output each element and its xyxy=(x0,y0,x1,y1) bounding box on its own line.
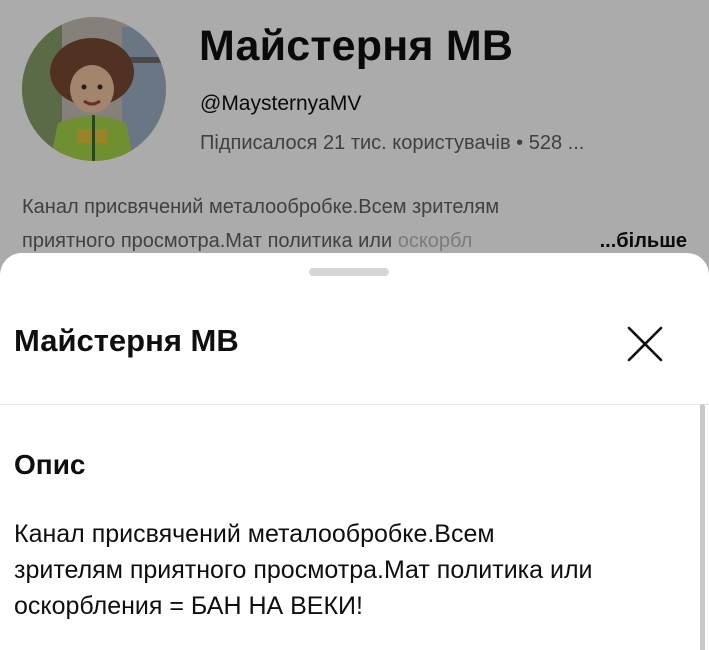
description-line-3: оскорбления = БАН НА ВЕКИ! xyxy=(14,592,363,620)
description-heading: Опис xyxy=(14,449,86,480)
drag-handle[interactable] xyxy=(309,268,389,276)
description-text: Канал присвячений металообробке.Всем зри… xyxy=(14,516,694,624)
about-bottom-sheet: Майстерня МВ Опис Канал присвячений мета… xyxy=(0,253,709,650)
description-line-1: Канал присвячений металообробке.Всем xyxy=(14,520,495,548)
screen: Майстерня МВ @MaysternyaMV Підписалося 2… xyxy=(0,0,709,650)
scrollbar[interactable] xyxy=(700,404,705,650)
sheet-title: Майстерня МВ xyxy=(14,323,239,358)
sheet-divider xyxy=(0,404,709,405)
description-line-2: зрителям приятного просмотра.Мат политик… xyxy=(14,556,593,584)
close-button[interactable] xyxy=(618,317,672,371)
close-icon xyxy=(627,326,663,362)
